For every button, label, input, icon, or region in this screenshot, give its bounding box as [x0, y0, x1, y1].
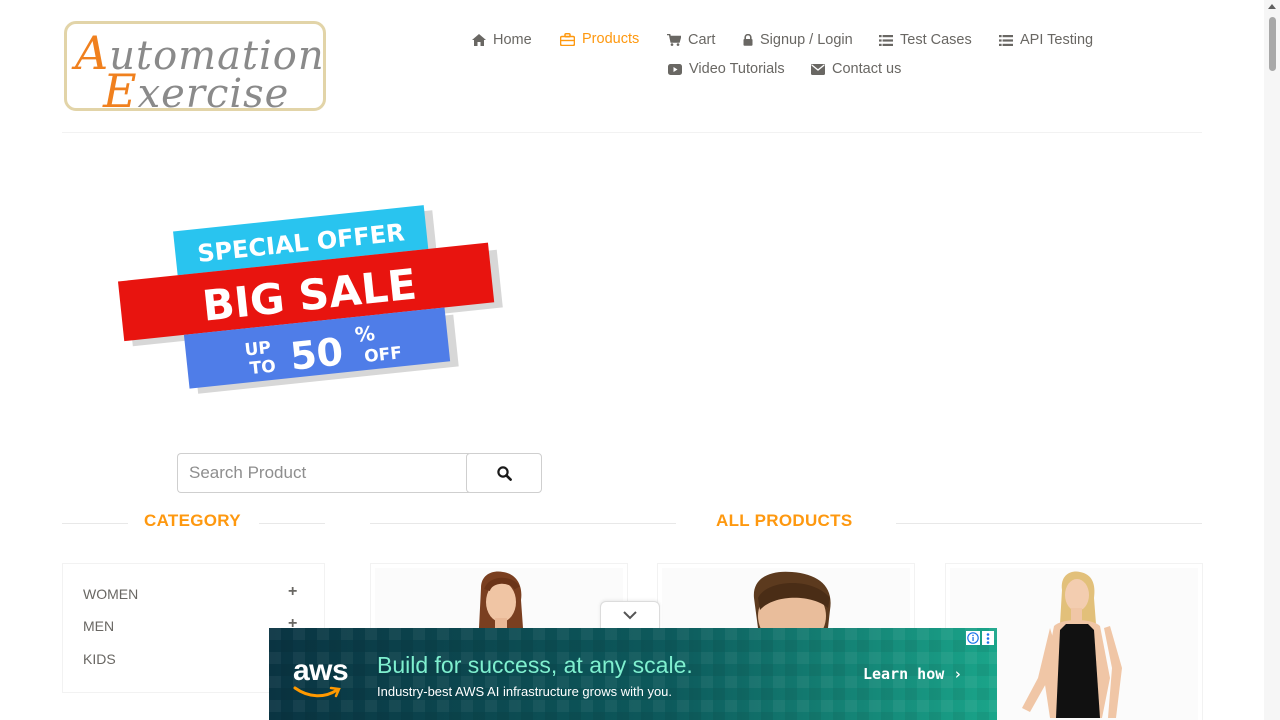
- nav-home[interactable]: Home: [472, 32, 532, 48]
- category-women[interactable]: WOMEN: [83, 586, 138, 602]
- briefcase-icon: [560, 32, 575, 46]
- nav-test-cases[interactable]: Test Cases: [879, 32, 972, 48]
- category-rule-left: [62, 523, 128, 524]
- search-input[interactable]: [177, 453, 469, 493]
- ad-info-button[interactable]: [966, 631, 980, 645]
- nav-label: Contact us: [832, 61, 902, 77]
- nav-contact-us[interactable]: Contact us: [811, 61, 901, 77]
- aws-smile-icon: [293, 686, 341, 698]
- chevron-down-icon: [623, 611, 637, 620]
- ad-headline: Build for success, at any scale.: [377, 652, 693, 678]
- nav-api-testing[interactable]: API Testing: [999, 32, 1093, 48]
- promo-to: TO: [249, 357, 277, 380]
- product-search: [177, 453, 542, 493]
- list-icon: [879, 34, 893, 46]
- products-rule-left: [370, 523, 676, 524]
- all-products-title: ALL PRODUCTS: [716, 511, 853, 530]
- cart-icon: [667, 34, 681, 46]
- aws-logo: aws: [293, 654, 349, 687]
- ad-learn-how-button[interactable]: Learn how ›: [863, 665, 962, 683]
- nav-signup-login[interactable]: Signup / Login: [743, 32, 853, 48]
- nav-label: Video Tutorials: [689, 61, 785, 77]
- category-kids[interactable]: KIDS: [83, 651, 116, 667]
- main-nav: Home Products Cart Signup / Login Test C…: [0, 28, 1280, 88]
- search-button[interactable]: [466, 453, 542, 493]
- nav-label: Signup / Login: [760, 32, 853, 48]
- nav-label: Home: [493, 32, 532, 48]
- youtube-icon: [668, 63, 682, 75]
- nav-label: Products: [582, 31, 640, 47]
- category-rule-right: [259, 523, 325, 524]
- search-icon: [496, 465, 512, 481]
- nav-products[interactable]: Products: [560, 31, 639, 47]
- promo-amount: 50: [288, 329, 345, 378]
- list-icon: [999, 34, 1013, 46]
- promo-banner[interactable]: SPECIAL OFFER BIG SALE UP TO 50 % OFF: [115, 205, 515, 395]
- products-rule-right: [896, 523, 1202, 524]
- nav-cart[interactable]: Cart: [667, 32, 715, 48]
- nav-label: API Testing: [1020, 32, 1094, 48]
- promo-off: OFF: [363, 343, 403, 367]
- page-scrollbar[interactable]: [1264, 0, 1280, 720]
- nav-label: Cart: [688, 32, 716, 48]
- category-title: CATEGORY: [144, 511, 241, 530]
- category-women-toggle[interactable]: +: [288, 583, 297, 601]
- home-icon: [472, 34, 486, 46]
- aws-ad-banner[interactable]: aws Build for success, at any scale. Ind…: [269, 628, 997, 720]
- promo-percent: %: [354, 321, 376, 347]
- ad-more-button[interactable]: [982, 631, 994, 645]
- more-vertical-icon: [986, 632, 990, 644]
- lock-icon: [743, 34, 753, 46]
- nav-video-tutorials[interactable]: Video Tutorials: [668, 61, 785, 77]
- info-icon: [967, 632, 979, 644]
- scrollbar-thumb[interactable]: [1269, 17, 1276, 71]
- category-men[interactable]: MEN: [83, 618, 114, 634]
- header-divider: [62, 132, 1202, 133]
- scroll-up-arrow[interactable]: [1268, 4, 1276, 9]
- envelope-icon: [811, 63, 825, 75]
- ad-subline: Industry-best AWS AI infrastructure grow…: [377, 684, 673, 699]
- ad-collapse-toggle[interactable]: [600, 601, 660, 629]
- nav-label: Test Cases: [900, 32, 972, 48]
